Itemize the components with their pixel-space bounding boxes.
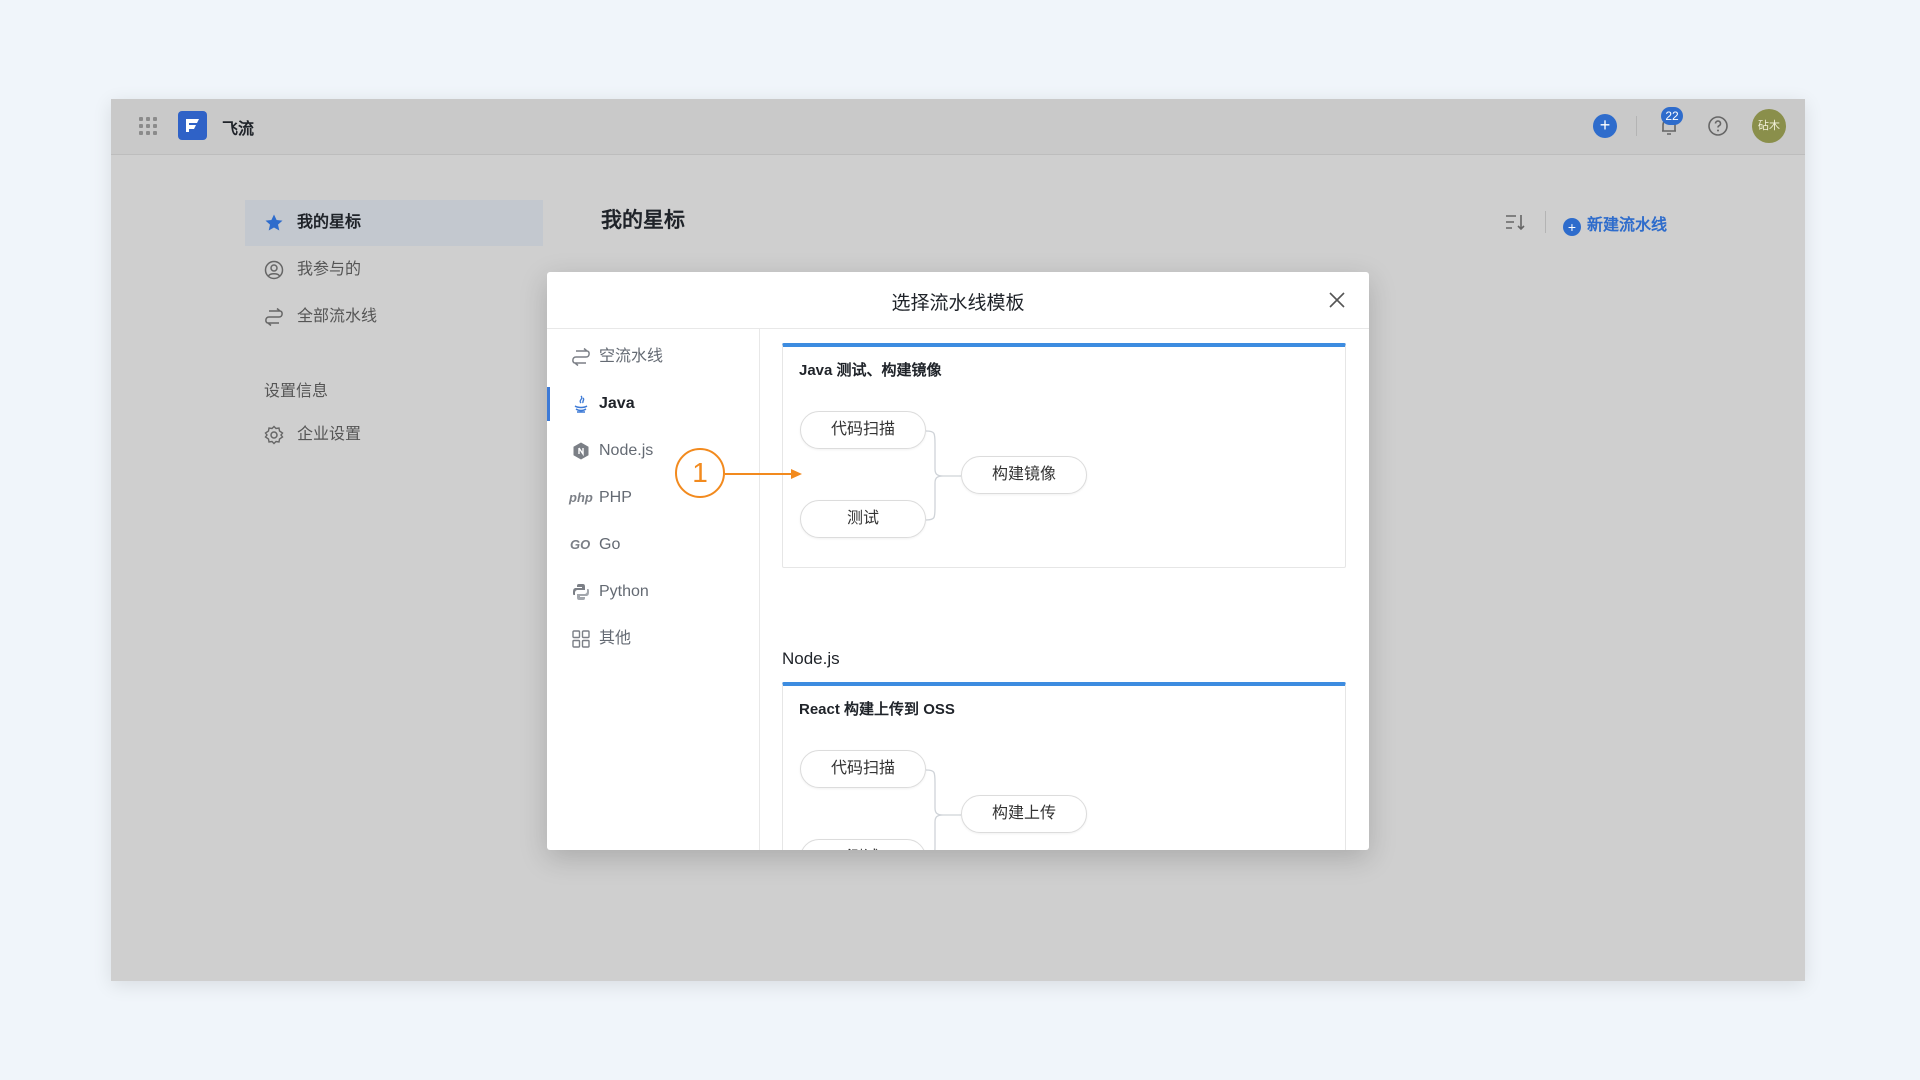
annotation-arrow bbox=[725, 469, 802, 479]
app-logo-icon bbox=[178, 111, 207, 140]
new-pipeline-button[interactable]: + 新建流水线 bbox=[1563, 211, 1668, 236]
group-title-nodejs: Node.js bbox=[782, 649, 840, 668]
category-other[interactable]: 其他 bbox=[547, 619, 758, 659]
template-card-java[interactable]: Java 测试、构建镜像 代码扫描 测试 构建镜像 bbox=[782, 343, 1346, 568]
sidebar-item-label: 全部流水线 bbox=[297, 308, 378, 325]
annotation-callout: 1 bbox=[675, 448, 725, 498]
app-grid-icon[interactable] bbox=[139, 117, 157, 135]
gear-icon bbox=[264, 425, 284, 445]
php-icon: php bbox=[569, 490, 593, 505]
notification-badge: 22 bbox=[1661, 107, 1683, 125]
sidebar-item-starred[interactable]: 我的星标 bbox=[245, 200, 543, 246]
category-label: Go bbox=[599, 536, 621, 553]
category-go[interactable]: GO Go bbox=[547, 525, 758, 565]
python-icon bbox=[573, 584, 589, 600]
category-label: PHP bbox=[599, 489, 632, 506]
divider bbox=[1545, 211, 1546, 233]
sidebar-item-label: 企业设置 bbox=[297, 426, 362, 443]
template-list: Java 测试、构建镜像 代码扫描 测试 构建镜像 Node.js React … bbox=[760, 329, 1369, 850]
nodejs-icon bbox=[573, 442, 589, 460]
sidebar-item-label: 我的星标 bbox=[297, 214, 362, 231]
stage-build-image: 构建镜像 bbox=[961, 456, 1087, 494]
category-label: Node.js bbox=[599, 442, 654, 459]
stage-build-upload: 构建上传 bbox=[961, 795, 1087, 833]
divider bbox=[1636, 116, 1637, 136]
pipeline-icon bbox=[572, 347, 590, 367]
category-label: Python bbox=[599, 583, 649, 600]
sidebar-item-label: 我参与的 bbox=[297, 261, 362, 278]
category-label: 空流水线 bbox=[599, 348, 664, 365]
help-icon[interactable] bbox=[1706, 114, 1730, 138]
stage-code-scan: 代码扫描 bbox=[800, 411, 926, 449]
category-java[interactable]: Java bbox=[547, 384, 758, 424]
stage-code-scan: 代码扫描 bbox=[800, 750, 926, 788]
category-nodejs[interactable]: Node.js bbox=[547, 431, 758, 471]
apps-icon bbox=[572, 630, 590, 648]
category-label: 其他 bbox=[599, 630, 632, 647]
java-icon bbox=[574, 395, 588, 413]
template-card-react-oss[interactable]: React 构建上传到 OSS 代码扫描 测试 构建上传 bbox=[782, 682, 1346, 850]
sidebar-item-enterprise-settings[interactable]: 企业设置 bbox=[245, 412, 543, 458]
pipeline-icon bbox=[265, 307, 283, 327]
section-label-settings: 设置信息 bbox=[264, 383, 329, 400]
go-icon: GO bbox=[570, 537, 591, 552]
app-name: 飞流 bbox=[222, 121, 255, 138]
plus-icon: + bbox=[1563, 218, 1581, 236]
close-icon[interactable] bbox=[1327, 290, 1347, 310]
template-modal: 选择流水线模板 空流水线 Java Node.js php PHP GO Go … bbox=[547, 272, 1369, 850]
category-empty-pipeline[interactable]: 空流水线 bbox=[547, 337, 758, 377]
category-python[interactable]: Python bbox=[547, 572, 758, 612]
create-plus-icon[interactable]: + bbox=[1593, 114, 1617, 138]
sort-icon[interactable] bbox=[1504, 211, 1526, 233]
category-label: Java bbox=[599, 395, 635, 412]
modal-title: 选择流水线模板 bbox=[891, 293, 1025, 314]
sidebar-item-participated[interactable]: 我参与的 bbox=[245, 247, 543, 293]
page-title: 我的星标 bbox=[601, 209, 685, 232]
top-bar: 飞流 + 22 砧木 bbox=[111, 99, 1805, 155]
modal-header: 选择流水线模板 bbox=[547, 272, 1369, 329]
template-category-list: 空流水线 Java Node.js php PHP GO Go Python 其… bbox=[547, 329, 760, 850]
avatar[interactable]: 砧木 bbox=[1752, 109, 1786, 143]
stage-test: 测试 bbox=[800, 500, 926, 538]
category-php[interactable]: php PHP bbox=[547, 478, 758, 518]
star-icon bbox=[265, 214, 283, 231]
user-icon bbox=[264, 260, 284, 280]
new-pipeline-label: 新建流水线 bbox=[1587, 217, 1668, 234]
sidebar-item-all-pipelines[interactable]: 全部流水线 bbox=[245, 294, 543, 340]
stage-test: 测试 bbox=[800, 839, 926, 850]
